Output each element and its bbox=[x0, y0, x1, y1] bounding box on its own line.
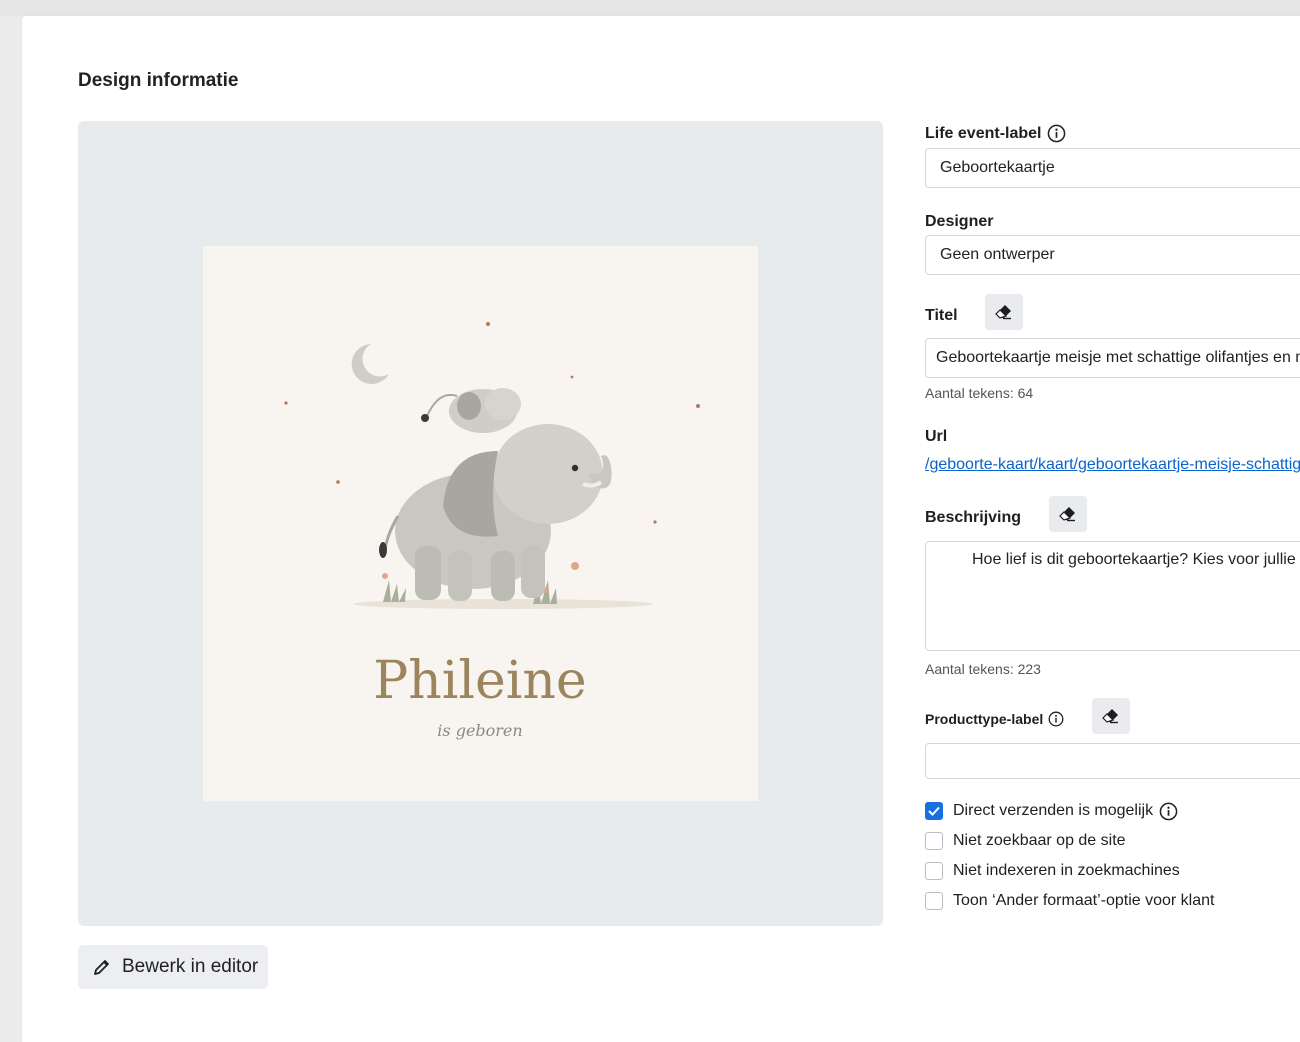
info-icon[interactable] bbox=[1159, 802, 1178, 821]
producttype-input[interactable] bbox=[925, 743, 1300, 779]
title-char-count: Aantal tekens: 64 bbox=[925, 385, 1034, 401]
designer-label: Designer bbox=[925, 213, 994, 230]
clear-title-button[interactable] bbox=[985, 294, 1023, 330]
design-info-card: Design informatie Phileine is geboren Be… bbox=[22, 16, 1300, 1042]
producttype-label-text: Producttype-label bbox=[925, 711, 1044, 727]
description-char-count: Aantal tekens: 223 bbox=[925, 661, 1041, 677]
checkbox-direct-send[interactable]: Direct verzenden is mogelijk bbox=[925, 800, 1178, 822]
eraser-icon bbox=[1059, 506, 1077, 522]
info-icon[interactable] bbox=[1047, 124, 1066, 143]
edit-in-editor-button[interactable]: Bewerk in editor bbox=[78, 945, 268, 989]
url-label: Url bbox=[925, 428, 948, 445]
design-url-link[interactable]: /geboorte-kaart/kaart/geboortekaartje-me… bbox=[925, 456, 1300, 474]
life-event-label: Life event-label bbox=[925, 124, 1066, 143]
checkbox-label: Niet indexeren in zoekmachines bbox=[953, 862, 1180, 879]
checkbox-other-format[interactable]: Toon ‘Ander formaat’-optie voor klant bbox=[925, 890, 1214, 912]
checkbox-no-index[interactable]: Niet indexeren in zoekmachines bbox=[925, 860, 1180, 882]
life-event-label-text: Life event-label bbox=[925, 124, 1042, 142]
art-subtitle-text: is geboren bbox=[437, 721, 522, 740]
designer-select[interactable]: Geen ontwerper bbox=[925, 235, 1300, 275]
life-event-select[interactable]: Geboortekaartje bbox=[925, 148, 1300, 188]
clear-description-button[interactable] bbox=[1049, 496, 1087, 532]
elephant-illustration: Phileine is geboren bbox=[284, 322, 700, 740]
section-title: Design informatie bbox=[78, 70, 239, 91]
checkbox-label: Niet zoekbaar op de site bbox=[953, 832, 1126, 849]
checkbox-unchecked[interactable] bbox=[925, 832, 943, 850]
checkbox-unchecked[interactable] bbox=[925, 862, 943, 880]
info-icon[interactable] bbox=[1048, 711, 1064, 727]
description-textarea[interactable]: Hoe lief is dit geboortekaartje? Kies vo… bbox=[925, 541, 1300, 651]
checkbox-label: Direct verzenden is mogelijk bbox=[953, 802, 1154, 819]
checkbox-unchecked[interactable] bbox=[925, 892, 943, 910]
producttype-label: Producttype-label bbox=[925, 711, 1064, 727]
checkbox-label: Toon ‘Ander formaat’-optie voor klant bbox=[953, 892, 1215, 909]
art-name-text: Phileine bbox=[373, 651, 586, 711]
clear-producttype-button[interactable] bbox=[1092, 698, 1130, 734]
design-form: Life event-label Geboortekaartje Designe… bbox=[925, 16, 1300, 1042]
title-input[interactable]: Geboortekaartje meisje met schattige oli… bbox=[925, 338, 1300, 378]
checkbox-checked[interactable] bbox=[925, 802, 943, 820]
eraser-icon bbox=[995, 304, 1013, 320]
design-preview-image: Phileine is geboren bbox=[203, 246, 758, 801]
eraser-icon bbox=[1102, 708, 1120, 724]
design-preview-panel: Phileine is geboren bbox=[78, 121, 883, 926]
top-strip bbox=[0, 0, 1300, 16]
description-label: Beschrijving bbox=[925, 509, 1022, 526]
title-label: Titel bbox=[925, 307, 958, 324]
pencil-icon bbox=[92, 957, 112, 977]
checkbox-not-searchable[interactable]: Niet zoekbaar op de site bbox=[925, 830, 1126, 852]
edit-in-editor-label: Bewerk in editor bbox=[122, 956, 259, 977]
